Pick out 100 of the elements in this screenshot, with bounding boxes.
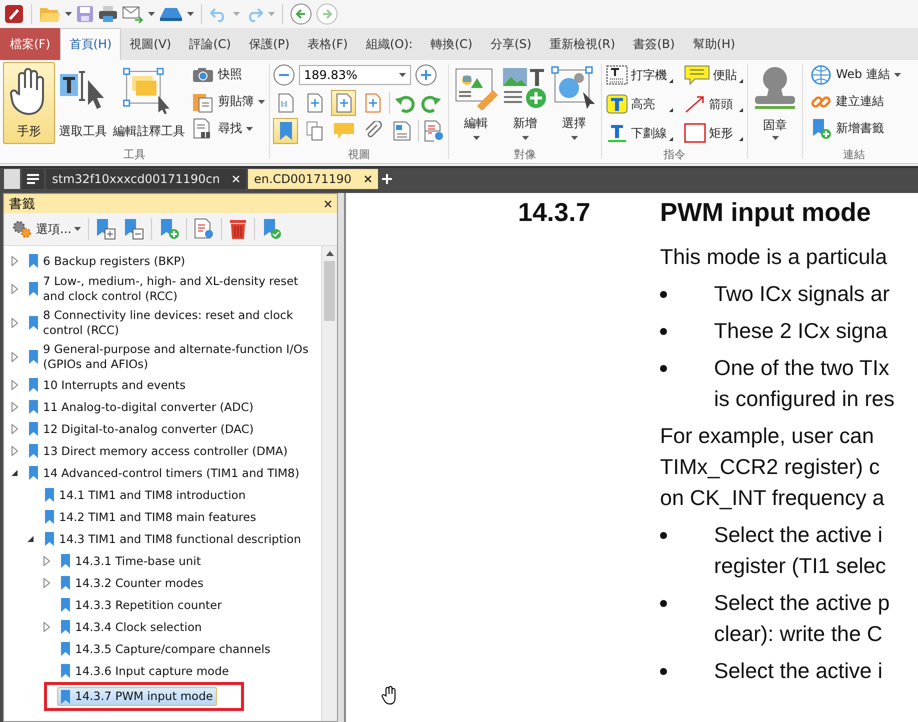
command-button[interactable]: 下劃線 xyxy=(605,120,674,146)
rotate-right-icon[interactable] xyxy=(420,93,442,113)
bookmark-item[interactable]: 7 Low-, medium-, high- and XL-density reset and clock control (RCC) xyxy=(25,272,321,306)
bookmark-item[interactable]: 9 General-purpose and alternate-function I/Os (GPIOs and AFIOs) xyxy=(25,340,321,374)
bookmark-item[interactable]: 14.2 TIM1 and TIM8 main features xyxy=(41,508,260,526)
bookmark-item[interactable]: 14.1 TIM1 and TIM8 introduction xyxy=(41,486,250,504)
ribbon-tab[interactable]: 重新檢視(R) xyxy=(540,28,624,60)
file-menu-tab[interactable]: 檔案(F) xyxy=(0,28,60,60)
bookmark-item[interactable]: 14.3.7 PWM input mode xyxy=(57,687,217,706)
save-icon[interactable] xyxy=(76,5,94,23)
expanded-arrow-icon[interactable] xyxy=(10,468,20,478)
bookmark-item[interactable]: 14.3.4 Clock selection xyxy=(57,618,206,636)
settings-list-icon[interactable] xyxy=(423,120,445,142)
ribbon-tab[interactable]: 幫助(H) xyxy=(684,28,744,60)
bookmark-item[interactable]: 12 Digital-to-analog converter (DAC) xyxy=(25,420,258,438)
command-button[interactable]: 便貼 xyxy=(683,62,744,88)
scroll-thumb[interactable] xyxy=(324,261,335,321)
bullet-icon xyxy=(660,328,667,335)
tool-button[interactable]: 選取工具 xyxy=(56,62,110,144)
bookmark-item[interactable]: 8 Connectivity line devices: reset and clock control (RCC) xyxy=(25,306,321,340)
object-button[interactable]: 新增 xyxy=(501,62,549,144)
group-label: 對像 xyxy=(513,147,537,163)
tool-button[interactable]: 編輯註釋工具 xyxy=(111,62,187,144)
bookmark-item[interactable]: 14 Advanced-control timers (TIM1 and TIM8) xyxy=(25,464,304,482)
ribbon-tab[interactable]: 組織(O): xyxy=(356,28,422,60)
collapsed-arrow-icon[interactable] xyxy=(10,402,20,412)
command-button[interactable]: 矩形 xyxy=(683,120,744,146)
bullet-icon xyxy=(660,365,667,372)
bookmark-item[interactable]: 14.3.2 Counter modes xyxy=(57,574,208,592)
object-button[interactable]: 編輯 xyxy=(452,62,500,144)
group-label: 指令 xyxy=(662,147,686,163)
options-button[interactable]: 選項... xyxy=(10,218,82,240)
collapsed-arrow-icon[interactable] xyxy=(10,284,20,294)
bullet-text: Select the active i xyxy=(714,658,883,685)
tool-button[interactable]: 尋找 xyxy=(191,116,266,141)
link-button[interactable]: 建立連結 xyxy=(809,89,885,114)
link-button[interactable]: Web 連結 xyxy=(809,62,902,87)
group-label: 視圖 xyxy=(347,147,371,163)
command-button[interactable]: 打字機 xyxy=(605,62,674,88)
command-button[interactable]: 高亮 xyxy=(605,91,674,117)
collapsed-arrow-icon[interactable] xyxy=(10,352,20,362)
trash-icon[interactable] xyxy=(228,218,248,240)
command-button[interactable]: 箭頭 xyxy=(683,91,744,117)
properties-icon[interactable] xyxy=(193,218,216,240)
stamp-button[interactable]: 固章 xyxy=(751,62,799,144)
collapsed-arrow-icon[interactable] xyxy=(42,578,52,588)
collapsed-arrow-icon[interactable] xyxy=(42,556,52,566)
bookmark-item[interactable]: 14.3.3 Repetition counter xyxy=(57,596,226,614)
document-tab[interactable]: stm32f10xxxcd00171190cn xyxy=(46,169,246,189)
bookmark-item[interactable]: 14.3.5 Capture/compare channels xyxy=(57,640,274,658)
bookmark-icon xyxy=(61,554,70,568)
ribbon-tab[interactable]: 視圖(V) xyxy=(120,28,180,60)
tool-button[interactable]: 剪貼簿 xyxy=(191,89,266,114)
ribbon-tab[interactable]: 首頁(H) xyxy=(60,28,121,60)
zoom-dropdown[interactable]: 189.83% xyxy=(299,65,411,85)
collapsed-arrow-icon[interactable] xyxy=(10,446,20,456)
ribbon-tab[interactable]: 保護(P) xyxy=(240,28,299,60)
bookmark-panel-icon[interactable] xyxy=(273,118,298,144)
link-button[interactable]: 新增書籤 xyxy=(809,116,885,141)
collapsed-arrow-icon[interactable] xyxy=(10,424,20,434)
ribbon-tab[interactable]: 評論(C) xyxy=(180,28,240,60)
ribbon-tab[interactable]: 分享(S) xyxy=(481,28,540,60)
ribbon-tab[interactable]: 轉換(C) xyxy=(422,28,482,60)
email-icon[interactable] xyxy=(122,5,144,23)
bookmark-item[interactable]: 14.3.1 Time-base unit xyxy=(57,552,205,570)
collapsed-arrow-icon[interactable] xyxy=(10,318,20,328)
tool-button[interactable]: 手形 xyxy=(3,62,55,144)
ribbon-tab[interactable]: 表格(F) xyxy=(298,28,357,60)
grip-handle[interactable] xyxy=(4,169,20,189)
zoom-out-icon[interactable] xyxy=(273,64,295,86)
expanded-arrow-icon[interactable] xyxy=(26,534,36,544)
bookmark-item[interactable]: 10 Interrupts and events xyxy=(25,376,190,394)
scanner-icon[interactable] xyxy=(159,6,183,22)
collapsed-arrow-icon[interactable] xyxy=(10,380,20,390)
fit-width-icon[interactable] xyxy=(331,90,356,116)
expand-all-icon[interactable] xyxy=(95,218,118,240)
bookmark-item[interactable]: 11 Analog-to-digital converter (ADC) xyxy=(25,398,258,416)
tool-button[interactable]: 快照 xyxy=(191,62,266,87)
bookmark-item[interactable]: 14.3 TIM1 and TIM8 functional description xyxy=(41,530,305,548)
new-tab-icon[interactable] xyxy=(380,172,394,186)
rotate-left-icon[interactable] xyxy=(394,93,416,113)
app-logo-icon[interactable] xyxy=(4,4,24,24)
add-bookmark-icon[interactable] xyxy=(158,218,180,240)
print-icon[interactable] xyxy=(98,5,118,23)
bullet-icon xyxy=(660,600,667,607)
scrollbar[interactable] xyxy=(321,246,337,721)
close-icon[interactable] xyxy=(364,175,372,183)
close-icon[interactable] xyxy=(324,200,332,208)
collapsed-arrow-icon[interactable] xyxy=(10,256,20,266)
collapsed-arrow-icon[interactable] xyxy=(42,622,52,632)
bookmark-item[interactable]: 6 Backup registers (BKP) xyxy=(25,252,190,270)
collapse-all-icon[interactable] xyxy=(123,218,146,240)
menu-icon[interactable] xyxy=(22,169,44,189)
document-tab[interactable]: en.CD00171190 xyxy=(248,169,378,189)
object-button[interactable]: 選擇 xyxy=(550,62,598,144)
ribbon-tab[interactable]: 書簽(B) xyxy=(624,28,684,60)
bookmark-check-icon[interactable] xyxy=(261,218,284,240)
bookmark-item[interactable]: 13 Direct memory access controller (DMA) xyxy=(25,442,292,460)
bookmark-item[interactable]: 14.3.6 Input capture mode xyxy=(57,662,233,680)
zoom-in-icon[interactable] xyxy=(415,64,437,86)
